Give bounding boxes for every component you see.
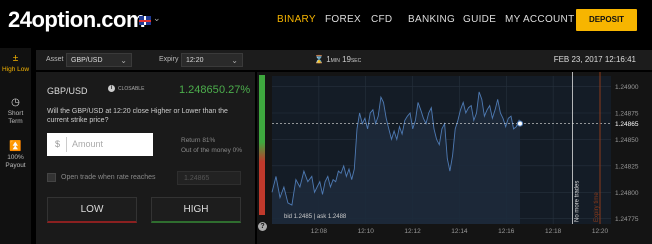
double-chevron-icon: ⏫ — [9, 141, 22, 152]
expiry-select[interactable]: 12:20 ⌄ — [181, 53, 243, 67]
chevron-down-icon: ⌄ — [120, 56, 127, 65]
chevron-down-icon[interactable]: ⌄ — [153, 13, 161, 24]
return-label: Return 81% — [181, 137, 216, 144]
high-button[interactable]: HIGH — [151, 197, 241, 223]
return-info: Return 81% Out of the money 0% — [181, 136, 242, 156]
price-chart: ? 12:08 12:10 12:12 12:14 12:16 12:18 12:20 1.2… — [257, 72, 652, 244]
timer-sec: 19 — [342, 55, 351, 64]
divider — [66, 137, 67, 152]
y-tick-label: 1.24825 — [615, 163, 639, 170]
asset-select-value: GBP/USD — [71, 57, 103, 64]
y-tick-label: 1.24865 — [615, 121, 639, 128]
amount-placeholder: Amount — [72, 139, 104, 149]
y-tick-label: 1.24775 — [615, 216, 639, 223]
x-tick-label: 12:14 — [451, 228, 468, 235]
asset-label: Asset — [46, 56, 64, 63]
nav-my-account[interactable]: MY ACCOUNT — [505, 14, 575, 25]
sidebar-item-100-payout[interactable]: ⏫ 100% Payout — [0, 141, 31, 170]
server-datetime: FEB 23, 2017 12:16:41 — [553, 55, 636, 64]
asset-name: GBP/USD — [47, 86, 88, 96]
info-icon[interactable]: i — [108, 85, 115, 92]
out-money-label: Out of the money 0% — [181, 147, 243, 154]
chart-canvas: 12:08 12:10 12:12 12:14 12:16 12:18 12:20 1.249… — [271, 72, 639, 235]
timer-sec-unit: SEC — [350, 58, 362, 64]
plus-minus-icon: ± — [12, 53, 19, 64]
hourglass-icon: ⌛ — [314, 55, 324, 64]
expiry-label: Expiry time — [594, 192, 600, 222]
trade-question: Will the GBP/USD at 12:20 close Higher o… — [47, 108, 228, 124]
nav-binary[interactable]: BINARY — [277, 14, 316, 25]
nav-guide[interactable]: GUIDE — [463, 14, 496, 25]
low-button[interactable]: LOW — [47, 197, 137, 223]
current-rate-marker — [516, 120, 524, 127]
filter-bar: Asset GBP/USD ⌄ Expiry 12:20 ⌄ ⌛ 1MIN 19… — [36, 50, 652, 70]
x-tick-label: 12:10 — [358, 228, 375, 235]
asset-select[interactable]: GBP/USD ⌄ — [66, 53, 132, 67]
x-tick-label: 12:20 — [592, 228, 609, 235]
rate-trigger-input[interactable]: 1.24865 — [177, 171, 241, 185]
expiry-select-value: 12:20 — [186, 57, 204, 64]
chevron-down-icon: ⌄ — [231, 56, 238, 65]
sidebar-item-high-low[interactable]: ± High Low — [0, 53, 31, 74]
expiry-label: Expiry — [159, 56, 179, 63]
nav-forex[interactable]: FOREX — [325, 14, 361, 25]
amount-input[interactable]: $ Amount — [47, 133, 153, 156]
x-tick-label: 12:08 — [311, 228, 328, 235]
closable-badge: i CLOSABLE — [108, 85, 144, 92]
deposit-button[interactable]: DEPOSIT — [576, 9, 637, 31]
y-tick-label: 1.24850 — [615, 137, 639, 144]
clock-icon: ◷ — [11, 97, 20, 108]
y-tick-label: 1.24800 — [615, 190, 639, 197]
sidebar-item-label: Short Term — [7, 110, 24, 125]
bid-ask-label: bid 1.2485 | ask 1.2488 — [284, 214, 347, 220]
brand-logo[interactable]: 24option.com — [8, 7, 146, 33]
uk-flag-icon[interactable] — [139, 16, 151, 25]
nav-banking[interactable]: BANKING — [408, 14, 455, 25]
expiry-countdown: ⌛ 1MIN 19SEC — [314, 55, 361, 64]
x-tick-label: 12:18 — [545, 228, 562, 235]
closable-label: CLOSABLE — [118, 85, 145, 92]
trade-panel: GBP/USD i CLOSABLE 1.24865 0.27% Will the… — [36, 72, 255, 244]
y-tick-label: 1.24900 — [615, 84, 639, 91]
rate-trigger-checkbox[interactable] — [47, 173, 56, 182]
currency-symbol: $ — [55, 139, 61, 149]
rate-trigger-label: Open trade when rate reaches — [61, 174, 156, 181]
x-tick-label: 12:12 — [404, 228, 421, 235]
x-tick-label: 12:16 — [498, 228, 515, 235]
timer-min-unit: MIN — [330, 58, 340, 64]
sidebar-item-short-term[interactable]: ◷ Short Term — [0, 97, 31, 126]
top-navigation: 24option.com ⌄ BINARY FOREX CFD BANKING … — [0, 0, 652, 44]
y-tick-label: 1.24875 — [615, 111, 639, 118]
current-price: 1.24865 — [179, 84, 219, 96]
no-more-trades-label: No more trades — [575, 181, 581, 222]
sidebar: ± High Low ◷ Short Term ⏫ 100% Payout — [0, 48, 31, 244]
price-change: 0.27% — [219, 84, 251, 96]
sidebar-item-label: 100% Payout — [5, 154, 26, 169]
sidebar-item-label: High Low — [1, 66, 30, 73]
nav-cfd[interactable]: CFD — [371, 14, 392, 25]
